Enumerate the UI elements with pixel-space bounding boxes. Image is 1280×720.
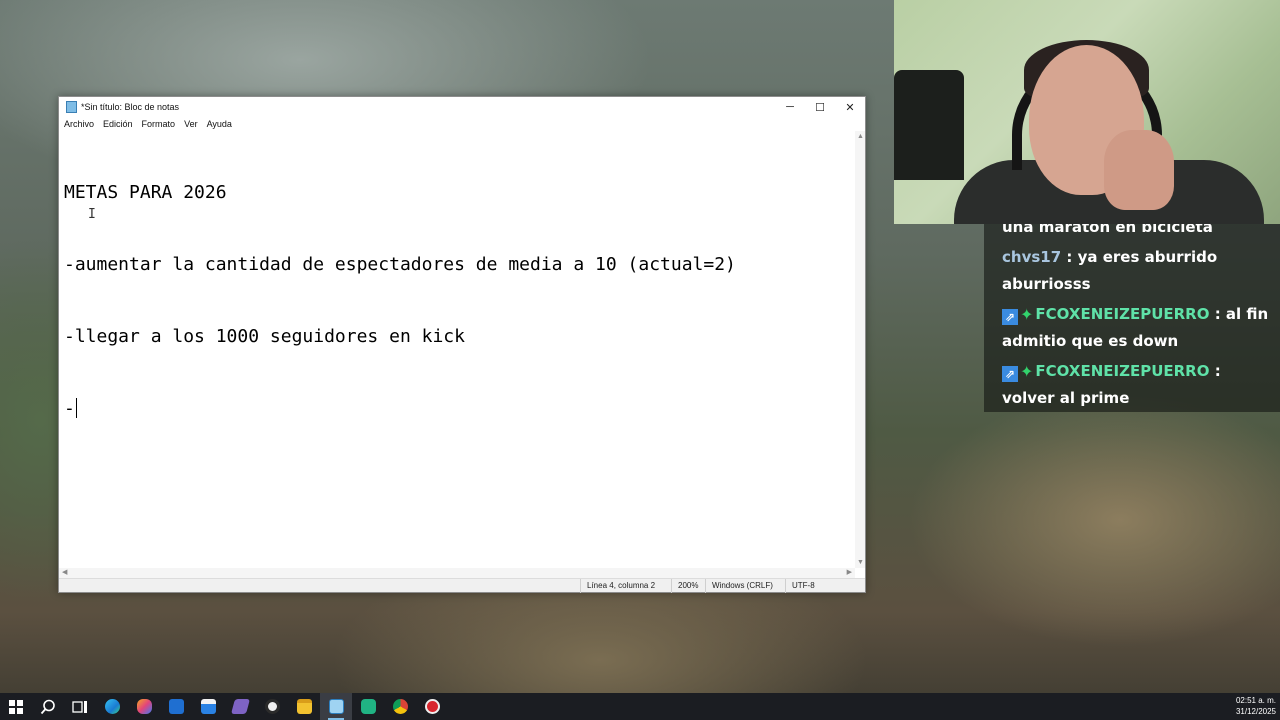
chat-message: chvs17 : ya eres aburrido aburriosss xyxy=(1002,248,1218,293)
webcam-jersey xyxy=(894,70,964,180)
chat-username: FCOXENEIZEPUERRO xyxy=(1035,362,1210,380)
edge-icon[interactable] xyxy=(96,693,128,720)
scroll-down-icon[interactable]: ▼ xyxy=(857,559,864,566)
text-editor-area[interactable]: METAS PARA 2026 -aumentar la cantidad de… xyxy=(59,131,855,568)
minimize-button[interactable]: ─ xyxy=(775,97,805,117)
sparkle-badge-icon: ✦ xyxy=(1020,305,1034,324)
title-bar[interactable]: *Sin título: Bloc de notas ─ ☐ ✕ xyxy=(59,97,865,117)
app-red-icon[interactable] xyxy=(416,693,448,720)
search-icon[interactable] xyxy=(32,693,64,720)
notepad-window: *Sin título: Bloc de notas ─ ☐ ✕ Archivo… xyxy=(58,96,866,593)
vertical-scrollbar[interactable]: ▲ ▼ xyxy=(855,131,865,568)
chat-message: ⇗ ✦ FCOXENEIZEPUERRO : al fin admitio que … xyxy=(1002,301,1272,355)
menu-ayuda[interactable]: Ayuda xyxy=(207,119,232,129)
windows-start-icon[interactable] xyxy=(0,693,32,720)
task-view-icon[interactable] xyxy=(64,693,96,720)
text-line: METAS PARA 2026 xyxy=(64,182,227,203)
webcam-person-hand xyxy=(1104,130,1174,210)
chrome-icon[interactable] xyxy=(384,693,416,720)
clock-date: 31/12/2025 xyxy=(1235,707,1276,716)
notepad-taskbar-icon[interactable] xyxy=(320,693,352,720)
window-title: *Sin título: Bloc de notas xyxy=(81,102,180,112)
sparkle-badge-icon: ✦ xyxy=(1020,362,1034,381)
window-controls: ─ ☐ ✕ xyxy=(775,97,865,117)
chat-message: ⇗ ✦ FCOXENEIZEPUERRO : volver al prime xyxy=(1002,358,1272,412)
text-line: -llegar a los 1000 seguidores en kick xyxy=(64,326,465,347)
close-button[interactable]: ✕ xyxy=(835,97,865,117)
store-icon[interactable] xyxy=(192,693,224,720)
status-encoding: UTF-8 xyxy=(785,579,815,593)
clock-time: 02:51 a. m. xyxy=(1235,696,1276,705)
status-cursor-position: Línea 4, columna 2 xyxy=(580,579,655,593)
subscriber-badge-icon: ⇗ xyxy=(1002,366,1018,382)
app-green-icon[interactable] xyxy=(352,693,384,720)
taskbar: 02:51 a. m. 31/12/2025 xyxy=(0,693,1280,720)
status-zoom: 200% xyxy=(671,579,698,593)
status-bar: Línea 4, columna 2 200% Windows (CRLF) U… xyxy=(59,578,865,593)
notepad-icon xyxy=(66,101,77,113)
menu-ver[interactable]: Ver xyxy=(184,119,198,129)
chat-message-partial: una maratón en bicicleta xyxy=(1002,224,1213,236)
menu-bar: Archivo Edición Formato Ver Ayuda xyxy=(59,117,865,131)
chat-username: chvs17 xyxy=(1002,248,1062,266)
horizontal-scrollbar[interactable]: ◀ ▶ xyxy=(59,568,855,578)
obs-icon[interactable] xyxy=(256,693,288,720)
webcam-overlay xyxy=(894,0,1280,224)
file-explorer-icon[interactable] xyxy=(288,693,320,720)
mail-icon[interactable] xyxy=(160,693,192,720)
stream-chat-overlay: una maratón en bicicleta chvs17 : ya ere… xyxy=(984,224,1280,412)
copilot-icon[interactable] xyxy=(128,693,160,720)
status-line-endings: Windows (CRLF) xyxy=(705,579,773,593)
chat-text: volver al prime xyxy=(1002,389,1130,407)
menu-archivo[interactable]: Archivo xyxy=(64,119,94,129)
text-line: -aumentar la cantidad de espectadores de… xyxy=(64,254,736,275)
subscriber-badge-icon: ⇗ xyxy=(1002,309,1018,325)
text-line-current: - xyxy=(64,398,77,419)
text-caret xyxy=(75,398,77,418)
scroll-left-icon[interactable]: ◀ xyxy=(62,568,67,576)
scroll-up-icon[interactable]: ▲ xyxy=(857,133,864,140)
scroll-right-icon[interactable]: ▶ xyxy=(847,568,852,576)
ibeam-cursor-icon: I xyxy=(88,207,96,222)
system-clock[interactable]: 02:51 a. m. 31/12/2025 xyxy=(1236,695,1276,717)
chat-username: FCOXENEIZEPUERRO xyxy=(1035,305,1210,323)
visual-studio-icon[interactable] xyxy=(224,693,256,720)
menu-edicion[interactable]: Edición xyxy=(103,119,133,129)
maximize-button[interactable]: ☐ xyxy=(805,97,835,117)
menu-formato[interactable]: Formato xyxy=(142,119,176,129)
